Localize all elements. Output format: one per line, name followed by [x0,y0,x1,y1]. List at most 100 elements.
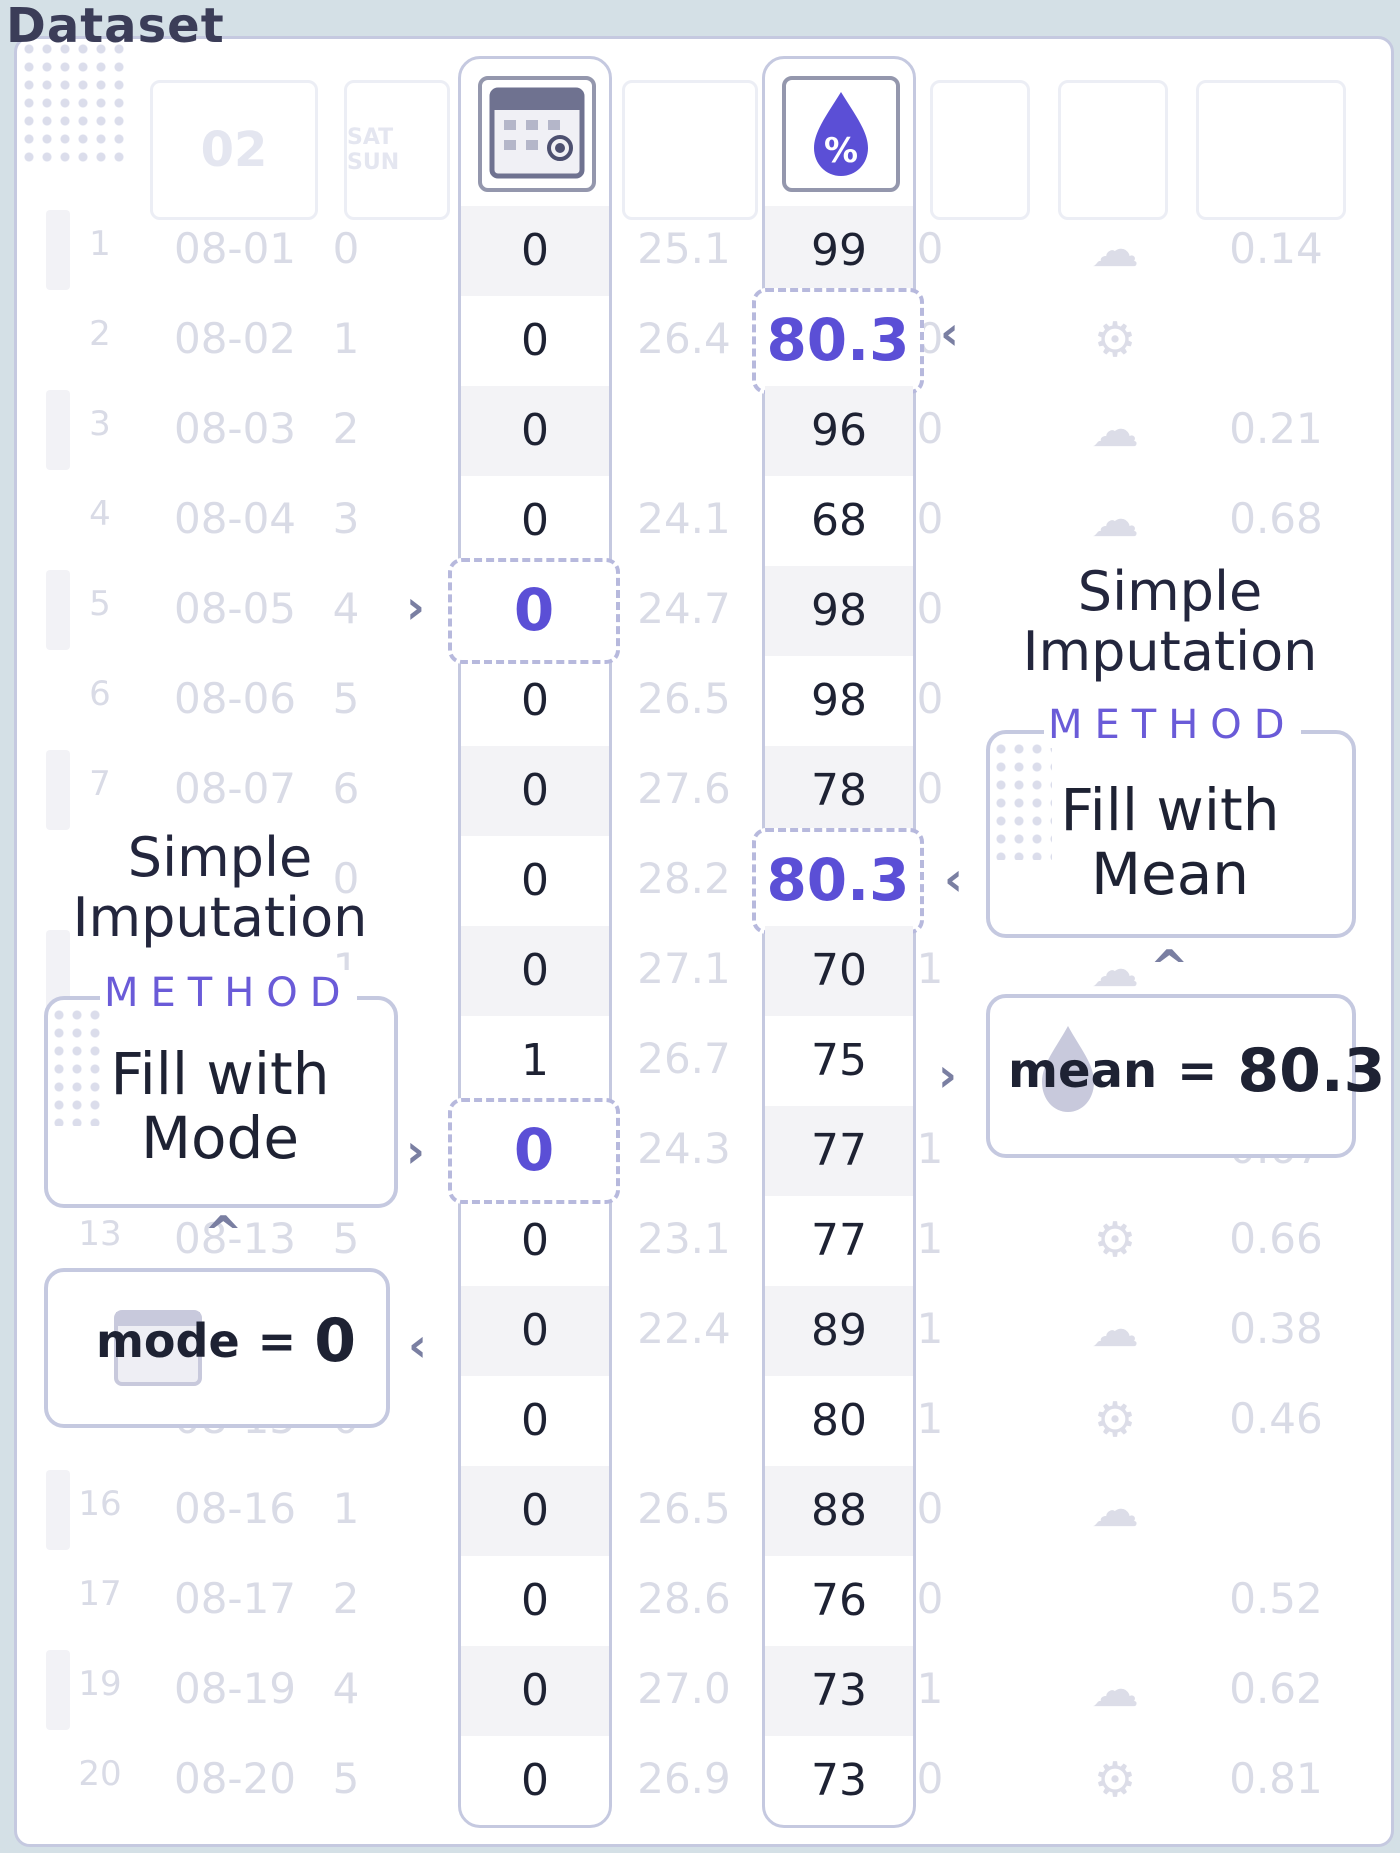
ghost-cell-val: 0.52 [1229,1574,1323,1623]
rain-cloud-icon: ☁ [1091,402,1139,458]
holiday_column-cell: 0 [461,386,609,476]
mode-equation: mode = 0 [96,1306,386,1376]
ghost-cell-dow: 1 [332,314,360,363]
ghost-cell-idx: 20 [78,1754,122,1794]
holiday_column-cell: 0 [461,206,609,296]
humidity_column-cell: 99 [765,206,913,296]
holiday_column-cell: 0 [461,1466,609,1556]
ghost-cell-date: 08-16 [173,1484,297,1533]
ghost-cell-idx: 17 [78,1574,122,1614]
ghost-cell-date: 08-17 [173,1574,297,1623]
sun-temperature-icon [622,80,758,220]
right-fill-label: Fill with Mean [1060,776,1280,908]
holiday_column-cell: 0 [461,926,609,1016]
holiday_column-cell: 0 [521,495,549,546]
svg-text:%: % [824,131,858,171]
mode-label: mode [96,1314,240,1368]
ghost-cell-dow: 3 [332,494,360,543]
ghost-cell-date: 08-06 [173,674,297,723]
mean-value: 80.3 [1237,1036,1386,1106]
holiday_column-cell: 0 [521,1215,549,1266]
ghost-cell-temp: 26.9 [637,1754,731,1803]
ghost-cell-date: 08-01 [173,224,297,273]
ghost-cell-dow: 1 [332,1484,360,1533]
ghost-cell-idx: 2 [89,314,111,354]
ghost-cell-date: 08-02 [173,314,297,363]
ghost-cell-temp: 23.1 [637,1214,731,1263]
humidity_column-cell: 80 [811,1395,867,1446]
ghost-cell-temp: 24.3 [637,1124,731,1173]
ghost-cell-temp: 28.6 [637,1574,731,1623]
right-heading: Simple Imputation [1022,560,1318,683]
humidity_column-cell: 73 [765,1646,913,1736]
left-chevron-humidity-1: ‹ [940,306,959,360]
decorative-dots [20,40,130,170]
humidity_column-cell: 76 [811,1575,867,1626]
humidity_column-cell: 96 [765,386,913,476]
ghost-cell-date: 08-05 [173,584,297,633]
holiday_column-cell: 0 [461,746,609,836]
ghost-cell-temp: 26.5 [637,674,731,723]
left-chevron-humidity-2: ‹ [944,852,963,906]
humidity_column-cell: 77 [811,1215,867,1266]
left-chevron-mode: ‹ [408,1318,427,1372]
left-fill-label: Fill with Mode [110,1040,330,1172]
humidity_column-cell: 98 [811,675,867,726]
holiday_column-cell: 0 [521,315,549,366]
humidity_column-cell: 75 [811,1035,867,1086]
right-chevron-mean: › [938,1048,957,1102]
ghost-cell-temp: 26.4 [637,314,731,363]
up-chevron: ^ [1150,940,1189,994]
humidity_column-cell: 89 [765,1286,913,1376]
left-heading: Simple Imputation [72,826,368,949]
holiday-calendar-icon [478,76,596,192]
ghost-cell-dow: 4 [332,584,360,633]
ghost-cell-dow: 2 [332,1574,360,1623]
ghost-cell-idx: 7 [89,764,111,804]
holiday_column-cell: 1 [521,1035,549,1086]
ghost-cell-temp: 24.1 [637,494,731,543]
calendar-date-icon: 02 [150,80,318,220]
ghost-cell-val: 0.81 [1229,1754,1323,1803]
holiday_column-imputed-cell: 0 [448,558,620,664]
ghost-cell-idx: 1 [89,224,111,264]
holiday_column-imputed-cell: 0 [448,1098,620,1204]
mode-value: 0 [314,1306,356,1376]
ghost-cell-idx: 13 [78,1214,122,1254]
mean-equation: mean = 80.3 [1008,1036,1385,1106]
weekend-icon: SAT SUN [344,80,450,220]
humidity_column-cell: 78 [765,746,913,836]
holiday_column-cell: 0 [521,1575,549,1626]
dataset-title: Dataset [6,0,225,54]
rain-cloud-icon: ☁ [1091,1482,1139,1538]
humidity_column-cell: 98 [765,566,913,656]
ghost-cell-idx: 4 [89,494,111,534]
people-icon [1196,80,1346,220]
humidity-percent-icon: % [782,76,900,192]
ghost-cell-temp: 27.6 [637,764,731,813]
holiday_column-cell: 0 [521,675,549,726]
rain-cloud-icon: ☁ [1091,222,1139,278]
ghost-cell-val: 0.62 [1229,1664,1323,1713]
ghost-cell-idx: 16 [78,1484,122,1524]
ghost-cell-val: 0.38 [1229,1304,1323,1353]
ghost-cell-dow: 2 [332,404,360,453]
ghost-cell-dow: 0 [332,224,360,273]
sun-icon: ⚙ [1093,312,1137,368]
ghost-cell-dow: 6 [332,764,360,813]
ghost-cell-date: 08-19 [173,1664,297,1713]
right-chevron-holiday-2: › [406,1124,425,1178]
ghost-cell-temp: 28.2 [637,854,731,903]
humidity_column-cell: 70 [765,926,913,1016]
rain-cloud-icon: ☁ [1091,1662,1139,1718]
ghost-cell-temp: 27.1 [637,944,731,993]
humidity_column-cell: 88 [765,1466,913,1556]
humidity_column-cell: 68 [811,495,867,546]
ghost-cell-date: 08-20 [173,1754,297,1803]
holiday_column-cell: 0 [461,1646,609,1736]
ghost-cell-date: 08-04 [173,494,297,543]
ghost-cell-val: 0.46 [1229,1394,1323,1443]
mean-label: mean [1008,1043,1158,1099]
right-method-tag: METHOD [1044,702,1301,748]
holiday_column-cell: 0 [461,1286,609,1376]
